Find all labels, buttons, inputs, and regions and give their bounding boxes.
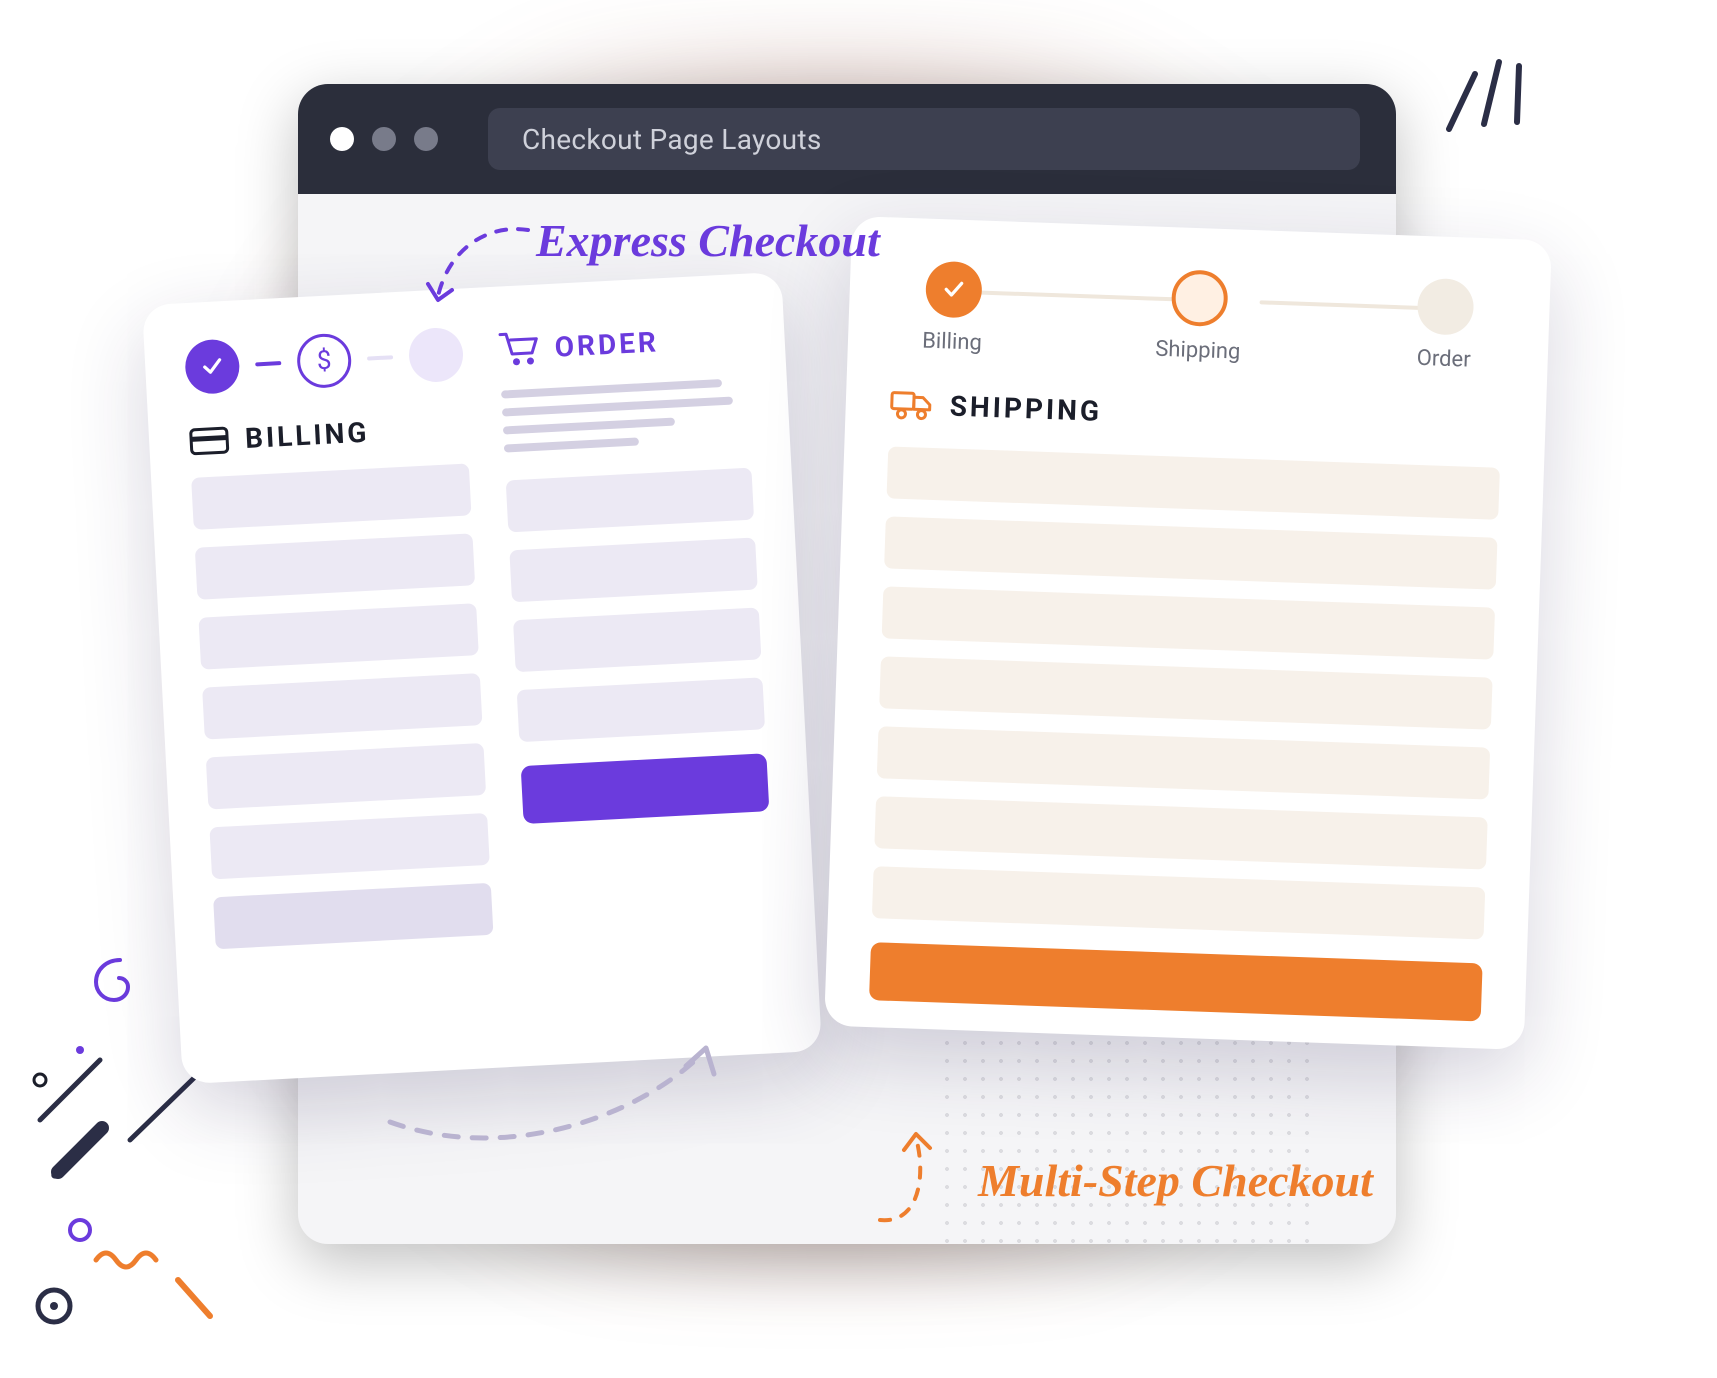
form-field[interactable] bbox=[872, 866, 1485, 939]
step-label: Billing bbox=[922, 329, 982, 356]
window-controls[interactable] bbox=[330, 127, 438, 151]
step-next-icon bbox=[1417, 278, 1475, 336]
step-order[interactable]: Order bbox=[1383, 277, 1506, 374]
form-field[interactable] bbox=[882, 586, 1495, 659]
truck-icon bbox=[889, 386, 934, 422]
express-progress-bar: $ bbox=[184, 327, 464, 395]
form-field[interactable] bbox=[195, 533, 475, 599]
progress-connector bbox=[367, 355, 393, 360]
form-field[interactable] bbox=[887, 446, 1500, 519]
form-field[interactable] bbox=[191, 463, 471, 529]
submit-order-button[interactable] bbox=[521, 753, 770, 824]
multistep-progress: Billing Shipping Order bbox=[892, 260, 1507, 374]
form-field[interactable] bbox=[206, 743, 486, 809]
form-field[interactable] bbox=[877, 726, 1490, 799]
progress-connector bbox=[255, 361, 281, 366]
window-minimize-icon[interactable] bbox=[372, 127, 396, 151]
progress-step-next-icon bbox=[408, 327, 465, 384]
step-shipping[interactable]: Shipping bbox=[1137, 268, 1260, 365]
form-field[interactable] bbox=[879, 656, 1492, 729]
window-close-icon[interactable] bbox=[330, 127, 354, 151]
form-field[interactable] bbox=[198, 603, 478, 669]
cart-icon bbox=[498, 328, 542, 368]
step-done-icon bbox=[925, 261, 983, 319]
accent-strokes-top-right bbox=[1429, 34, 1549, 154]
shipping-section-title: SHIPPING bbox=[889, 386, 1502, 441]
summary-row bbox=[506, 468, 754, 533]
billing-form-placeholders bbox=[191, 463, 493, 949]
form-field[interactable] bbox=[874, 796, 1487, 869]
express-right-column: ORDER bbox=[498, 312, 781, 1028]
form-field[interactable] bbox=[202, 673, 482, 739]
billing-label: BILLING bbox=[244, 416, 370, 455]
form-field[interactable] bbox=[213, 883, 493, 949]
summary-row bbox=[517, 677, 765, 742]
step-billing[interactable]: Billing bbox=[892, 260, 1015, 357]
order-label: ORDER bbox=[554, 325, 660, 363]
order-summary-lines bbox=[501, 378, 750, 453]
billing-section-title: BILLING bbox=[188, 410, 467, 458]
shipping-label: SHIPPING bbox=[949, 389, 1102, 427]
form-field[interactable] bbox=[884, 516, 1497, 589]
express-checkout-card: $ BILLING bbox=[142, 272, 822, 1084]
multistep-checkout-card: Billing Shipping Order SHIPPING bbox=[824, 216, 1552, 1050]
order-summary-rows bbox=[506, 468, 765, 743]
progress-step-done-icon bbox=[184, 338, 241, 395]
order-section-title: ORDER bbox=[498, 318, 746, 369]
address-bar-text: Checkout Page Layouts bbox=[522, 123, 822, 156]
form-field[interactable] bbox=[209, 813, 489, 879]
address-bar[interactable]: Checkout Page Layouts bbox=[488, 108, 1360, 170]
express-left-column: $ BILLING bbox=[184, 327, 498, 1045]
dollar-icon: $ bbox=[316, 345, 332, 376]
summary-row bbox=[513, 607, 761, 672]
shipping-form-placeholders bbox=[869, 446, 1500, 1021]
progress-step-current-icon: $ bbox=[296, 332, 353, 389]
step-label: Order bbox=[1416, 346, 1471, 373]
summary-row bbox=[509, 538, 757, 603]
continue-button[interactable] bbox=[869, 942, 1483, 1021]
window-zoom-icon[interactable] bbox=[414, 127, 438, 151]
credit-card-icon bbox=[188, 424, 230, 456]
step-current-icon bbox=[1171, 269, 1229, 327]
browser-titlebar: Checkout Page Layouts bbox=[298, 84, 1396, 194]
step-label: Shipping bbox=[1155, 337, 1241, 365]
